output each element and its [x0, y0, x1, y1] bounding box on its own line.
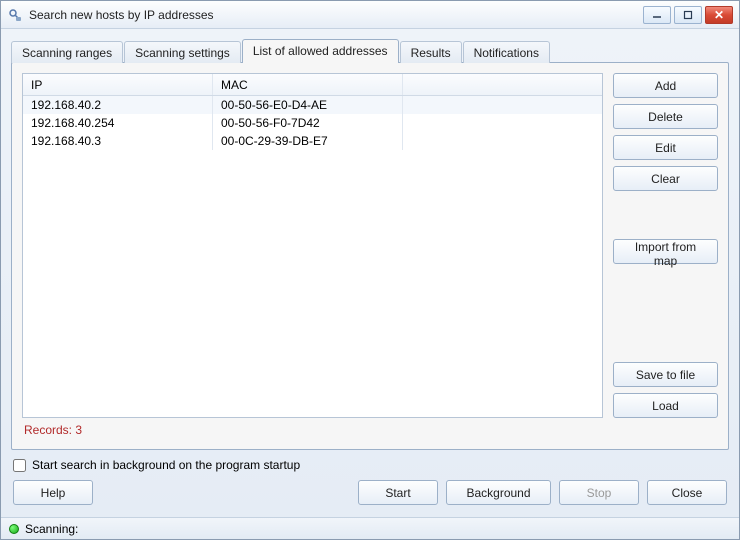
window-frame: Search new hosts by IP addresses ✕ Scann…	[0, 0, 740, 540]
add-button[interactable]: Add	[613, 73, 718, 98]
clear-button[interactable]: Clear	[613, 166, 718, 191]
footer-button-row: Help Start Background Stop Close	[11, 476, 729, 513]
load-button[interactable]: Load	[613, 393, 718, 418]
cell-mac: 00-50-56-E0-D4-AE	[213, 96, 403, 114]
tab-allowed-addresses[interactable]: List of allowed addresses	[242, 39, 399, 63]
table-header: IP MAC	[23, 74, 602, 96]
status-text: Scanning:	[25, 522, 78, 536]
background-on-startup-checkbox[interactable]	[13, 459, 26, 472]
tab-notifications[interactable]: Notifications	[463, 41, 550, 63]
table-row[interactable]: 192.168.40.254 00-50-56-F0-7D42	[23, 114, 602, 132]
startup-option-row: Start search in background on the progra…	[11, 450, 729, 476]
cell-mac: 00-50-56-F0-7D42	[213, 114, 403, 132]
close-button[interactable]: Close	[647, 480, 727, 505]
edit-button[interactable]: Edit	[613, 135, 718, 160]
column-header-empty	[403, 74, 602, 95]
table-row[interactable]: 192.168.40.3 00-0C-29-39-DB-E7	[23, 132, 602, 150]
help-button[interactable]: Help	[13, 480, 93, 505]
cell-ip: 192.168.40.254	[23, 114, 213, 132]
background-button[interactable]: Background	[446, 480, 551, 505]
save-to-file-button[interactable]: Save to file	[613, 362, 718, 387]
cell-ip: 192.168.40.3	[23, 132, 213, 150]
column-header-mac[interactable]: MAC	[213, 74, 403, 95]
stop-button[interactable]: Stop	[559, 480, 639, 505]
column-header-ip[interactable]: IP	[23, 74, 213, 95]
delete-button[interactable]: Delete	[613, 104, 718, 129]
background-on-startup-label[interactable]: Start search in background on the progra…	[32, 458, 300, 472]
tab-pane-allowed-addresses: IP MAC 192.168.40.2 00-50-56-E0-D4-AE 19…	[11, 62, 729, 450]
tab-scanning-ranges[interactable]: Scanning ranges	[11, 41, 123, 63]
import-from-map-button[interactable]: Import from map	[613, 239, 718, 264]
cell-ip: 192.168.40.2	[23, 96, 213, 114]
start-button[interactable]: Start	[358, 480, 438, 505]
window-title: Search new hosts by IP addresses	[29, 8, 643, 22]
app-icon	[7, 7, 23, 23]
minimize-button[interactable]	[643, 6, 671, 24]
side-button-column: Add Delete Edit Clear Import from map Sa…	[613, 73, 718, 418]
close-window-button[interactable]: ✕	[705, 6, 733, 24]
tab-strip: Scanning ranges Scanning settings List o…	[11, 39, 729, 63]
cell-mac: 00-0C-29-39-DB-E7	[213, 132, 403, 150]
maximize-button[interactable]	[674, 6, 702, 24]
address-table[interactable]: IP MAC 192.168.40.2 00-50-56-E0-D4-AE 19…	[22, 73, 603, 418]
titlebar[interactable]: Search new hosts by IP addresses ✕	[1, 1, 739, 29]
tab-scanning-settings[interactable]: Scanning settings	[124, 41, 241, 63]
client-area: Scanning ranges Scanning settings List o…	[1, 29, 739, 517]
tab-results[interactable]: Results	[400, 41, 462, 63]
status-indicator-icon	[9, 524, 19, 534]
table-row[interactable]: 192.168.40.2 00-50-56-E0-D4-AE	[23, 96, 602, 114]
table-body[interactable]: 192.168.40.2 00-50-56-E0-D4-AE 192.168.4…	[23, 96, 602, 417]
records-count: Records: 3	[22, 418, 718, 439]
status-bar: Scanning:	[1, 517, 739, 539]
